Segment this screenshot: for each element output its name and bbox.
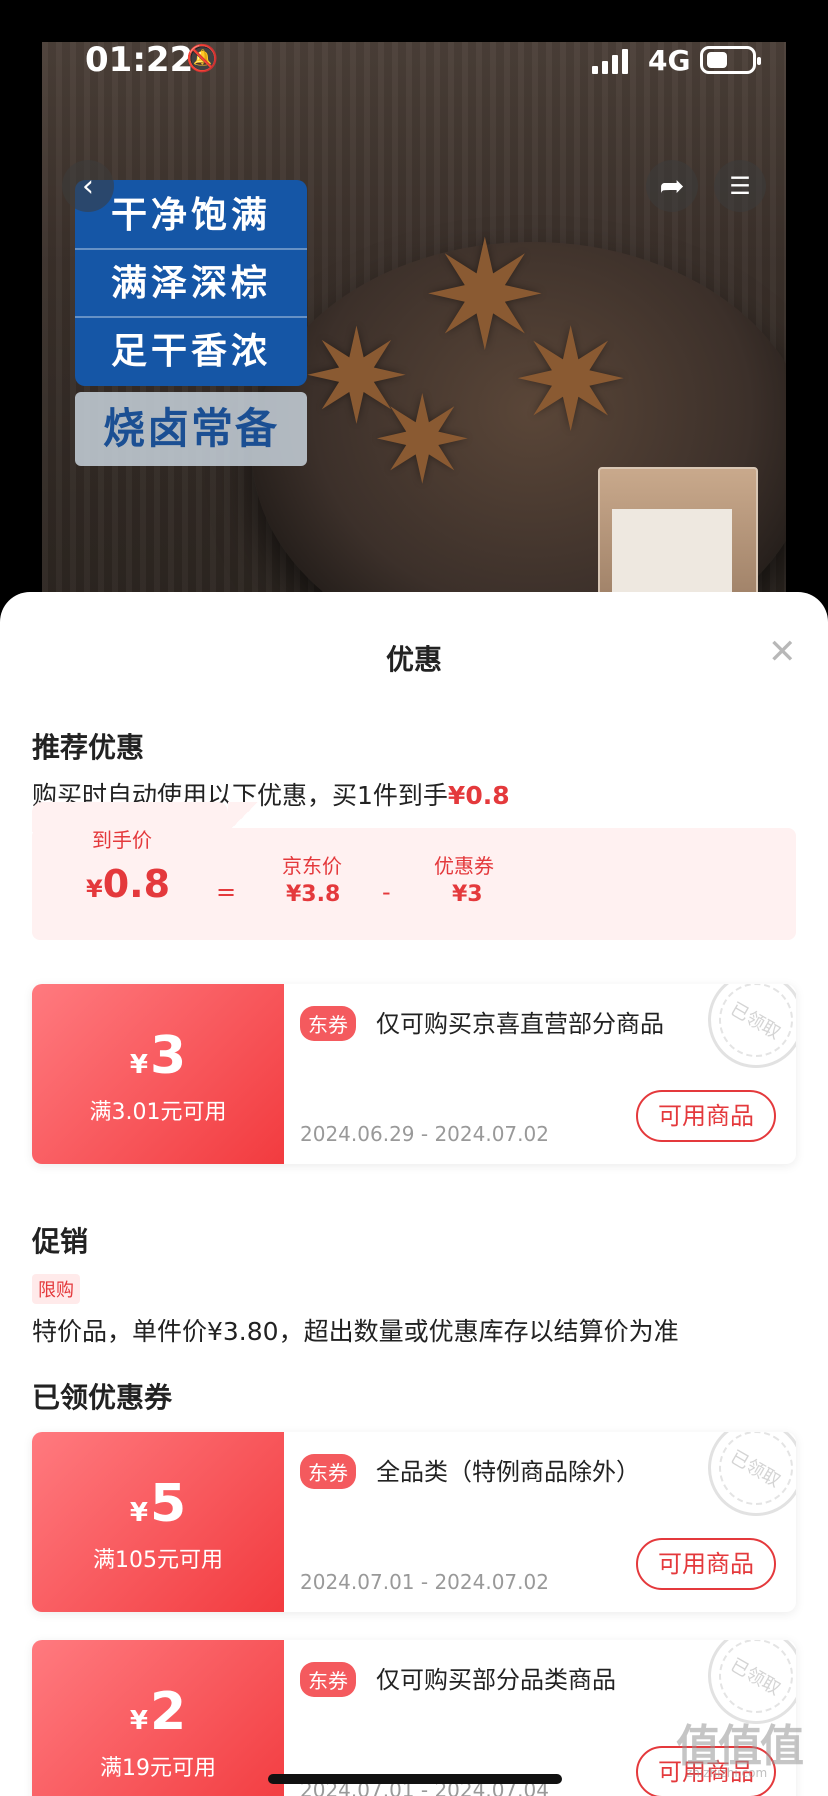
share-button[interactable]: ➦ xyxy=(646,160,698,212)
sheet-title: 优惠 xyxy=(385,643,442,676)
coupon-amount-panel: ¥3 满3.01元可用 xyxy=(32,984,284,1164)
mute-bell-icon: 🔕 xyxy=(186,44,219,74)
favorite-icon: ☰ xyxy=(729,172,751,200)
battery-icon xyxy=(700,46,761,74)
discount-sheet: 优惠 ✕ 推荐优惠 购买时自动使用以下优惠，买1件到手¥0.8 到手价 ¥0.8… xyxy=(0,592,828,1796)
available-products-button[interactable]: 可用商品 xyxy=(636,1538,776,1590)
claimed-stamp: 已领取 xyxy=(690,984,796,1086)
coupon-badge: 东券 xyxy=(300,1662,356,1697)
coupon-condition: 满105元可用 xyxy=(93,1548,223,1573)
favorite-button[interactable]: ☰ xyxy=(714,160,766,212)
equals-sign: = xyxy=(216,878,237,906)
claimed-coupons-title: 已领优惠券 xyxy=(32,1381,173,1414)
minus-sign: - xyxy=(382,878,391,906)
hero-feature-tags: 干净饱满 满泽深棕 足干香浓 xyxy=(75,180,307,386)
home-indicator[interactable] xyxy=(268,1774,562,1784)
claimed-stamp: 已领取 xyxy=(690,1432,796,1534)
watermark-url: zhizhizhi.com xyxy=(686,1766,768,1780)
coupon-badge: 东券 xyxy=(300,1006,356,1041)
coupon-badge: 东券 xyxy=(300,1454,356,1489)
coupon-condition: 满19元可用 xyxy=(100,1756,216,1781)
watermark-logo: 值值值 xyxy=(676,1721,804,1772)
recommend-text-price: ¥0.8 xyxy=(447,781,510,810)
hero-tag-box: 干净饱满 满泽深棕 足干香浓 烧卤常备 xyxy=(75,180,307,466)
price-breakdown: 到手价 ¥0.8 = 京东价 ¥3.8 - 优惠券 ¥3 xyxy=(32,802,796,940)
coupon-amount: ¥3 xyxy=(129,1026,187,1086)
hero-highlight-tag: 烧卤常备 xyxy=(75,392,307,466)
limit-tag: 限购 xyxy=(32,1274,80,1304)
coupon-description: 仅可购买部分品类商品 xyxy=(376,1666,616,1694)
network-type: 4G xyxy=(648,44,691,77)
available-products-button[interactable]: 可用商品 xyxy=(636,1090,776,1142)
final-price-currency: ¥ xyxy=(86,875,103,903)
coupon-date: 2024.06.29 - 2024.07.02 xyxy=(300,1122,549,1146)
share-icon: ➦ xyxy=(659,168,685,204)
status-time: 01:22 xyxy=(85,40,194,80)
coupon-amount: ¥2 xyxy=(129,1682,187,1742)
hero-tag: 满泽深棕 xyxy=(75,250,307,318)
coupon-amount: ¥5 xyxy=(129,1474,187,1534)
close-icon: ✕ xyxy=(768,632,797,672)
coupon-price-value: ¥3 xyxy=(452,882,483,907)
promotion-text: 特价品，单件价¥3.80，超出数量或优惠库存以结算价为准 xyxy=(32,1317,679,1346)
final-price-value: 0.8 xyxy=(102,862,171,906)
jd-price-value: ¥3.8 xyxy=(286,882,341,907)
signal-icon xyxy=(592,48,628,74)
back-button[interactable]: ‹ xyxy=(62,160,114,212)
coupon-price-label: 优惠券 xyxy=(434,854,494,878)
final-price: ¥0.8 xyxy=(86,862,170,906)
jd-price-label: 京东价 xyxy=(282,854,342,878)
coupon-condition: 满3.01元可用 xyxy=(89,1100,227,1125)
back-icon: ‹ xyxy=(82,168,94,204)
coupon-date: 2024.07.01 - 2024.07.02 xyxy=(300,1570,549,1594)
status-bar: 01:22 🔕 4G xyxy=(0,0,828,120)
final-price-label: 到手价 xyxy=(92,828,152,852)
star-anise-image: ✷ xyxy=(372,372,473,511)
coupon-description: 仅可购买京喜直营部分商品 xyxy=(376,1010,664,1038)
coupon-description: 全品类（特例商品除外） xyxy=(376,1458,640,1486)
close-button[interactable]: ✕ xyxy=(768,632,797,672)
coupon-amount-panel: ¥5 满105元可用 xyxy=(32,1432,284,1612)
promotion-title: 促销 xyxy=(32,1225,89,1258)
hero-tag: 足干香浓 xyxy=(110,331,271,372)
product-bag-image xyxy=(598,467,758,602)
coupon-amount-panel: ¥2 满19元可用 xyxy=(32,1640,284,1796)
coupon-card: ¥3 满3.01元可用 东券 仅可购买京喜直营部分商品 2024.06.29 -… xyxy=(32,984,796,1164)
recommend-title: 推荐优惠 xyxy=(32,731,145,764)
star-anise-image: ✷ xyxy=(512,300,630,463)
coupon-card: ¥5 满105元可用 东券 全品类（特例商品除外） 2024.07.01 - 2… xyxy=(32,1432,796,1612)
